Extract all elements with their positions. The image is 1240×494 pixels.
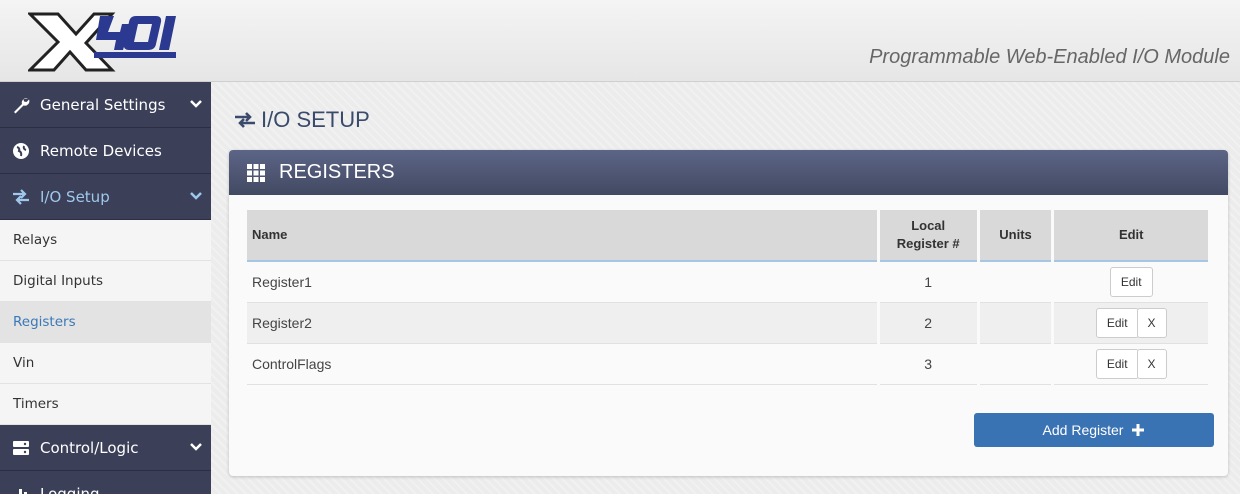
sidebar-item-label: Remote Devices	[40, 141, 162, 160]
panel-title: REGISTERS	[279, 161, 395, 183]
sidebar-subitem-relays[interactable]: Relays	[0, 220, 211, 261]
column-header-edit[interactable]: Edit	[1054, 210, 1208, 262]
register-local-number: 1	[879, 262, 977, 303]
server-icon	[10, 438, 32, 458]
register-name: Register2	[247, 303, 877, 344]
sidebar-item-label: I/O Setup	[40, 187, 110, 206]
register-local-number: 2	[879, 303, 977, 344]
chart-icon	[10, 484, 32, 494]
x40i-logo	[28, 12, 176, 72]
chevron-down-icon	[190, 192, 202, 200]
add-register-button[interactable]: Add Register	[974, 413, 1214, 447]
register-name: Register1	[247, 262, 877, 303]
register-local-number: 3	[879, 344, 977, 385]
edit-cell: Edit X	[1054, 303, 1208, 344]
grid-icon	[247, 163, 265, 182]
add-register-label: Add Register	[1042, 422, 1124, 438]
page-title: I/O SETUP	[233, 107, 370, 133]
sidebar-subitem-registers[interactable]: Registers	[0, 302, 211, 343]
sidebar-subitem-vin[interactable]: Vin	[0, 343, 211, 384]
delete-button[interactable]: X	[1136, 349, 1167, 379]
column-header-units[interactable]: Units	[979, 210, 1052, 262]
header: Programmable Web-Enabled I/O Module	[0, 0, 1240, 82]
sidebar-subitem-digital-inputs[interactable]: Digital Inputs	[0, 261, 211, 302]
sidebar-item-label: Control/Logic	[40, 438, 139, 457]
register-units	[979, 303, 1052, 344]
edit-button[interactable]: Edit	[1095, 349, 1139, 379]
sidebar-item-label: General Settings	[40, 95, 166, 114]
exchange-icon	[10, 187, 32, 207]
plus-icon	[1132, 424, 1145, 436]
sidebar-item-general-settings[interactable]: General Settings	[0, 82, 211, 128]
delete-button[interactable]: X	[1136, 308, 1167, 338]
registers-panel: REGISTERS Name Local Register # Units Ed…	[229, 150, 1228, 476]
tagline: Programmable Web-Enabled I/O Module	[869, 46, 1230, 68]
sidebar: General Settings Remote Devices I/O Setu…	[0, 82, 211, 494]
column-header-local-register[interactable]: Local Register #	[879, 210, 977, 262]
sidebar-item-logging[interactable]: Logging	[0, 471, 211, 494]
sidebar-item-io-setup[interactable]: I/O Setup	[0, 174, 211, 220]
panel-header: REGISTERS	[229, 150, 1228, 195]
page-title-text: I/O SETUP	[261, 107, 370, 132]
edit-button[interactable]: Edit	[1109, 267, 1153, 297]
edit-cell: Edit	[1054, 262, 1208, 303]
wrench-icon	[10, 95, 32, 115]
globe-icon	[10, 141, 32, 161]
column-header-name[interactable]: Name	[247, 210, 877, 262]
chevron-down-icon	[190, 100, 202, 108]
registers-table: Name Local Register # Units Edit Registe…	[244, 210, 1211, 385]
register-units	[979, 262, 1052, 303]
edit-cell: Edit X	[1054, 344, 1208, 385]
exchange-icon	[235, 112, 255, 128]
chevron-down-icon	[190, 443, 202, 451]
main-content: I/O SETUP REGISTERS Name Local Register …	[211, 82, 1240, 494]
table-row: Register2 2 Edit X	[247, 303, 1208, 344]
edit-button[interactable]: Edit	[1095, 308, 1139, 338]
sidebar-item-remote-devices[interactable]: Remote Devices	[0, 128, 211, 174]
register-units	[979, 344, 1052, 385]
sidebar-subitem-timers[interactable]: Timers	[0, 384, 211, 425]
sidebar-item-label: Logging	[40, 484, 100, 494]
sidebar-item-control-logic[interactable]: Control/Logic	[0, 425, 211, 471]
column-header-label: Local Register #	[896, 218, 960, 251]
table-row: ControlFlags 3 Edit X	[247, 344, 1208, 385]
register-name: ControlFlags	[247, 344, 877, 385]
table-row: Register1 1 Edit	[247, 262, 1208, 303]
